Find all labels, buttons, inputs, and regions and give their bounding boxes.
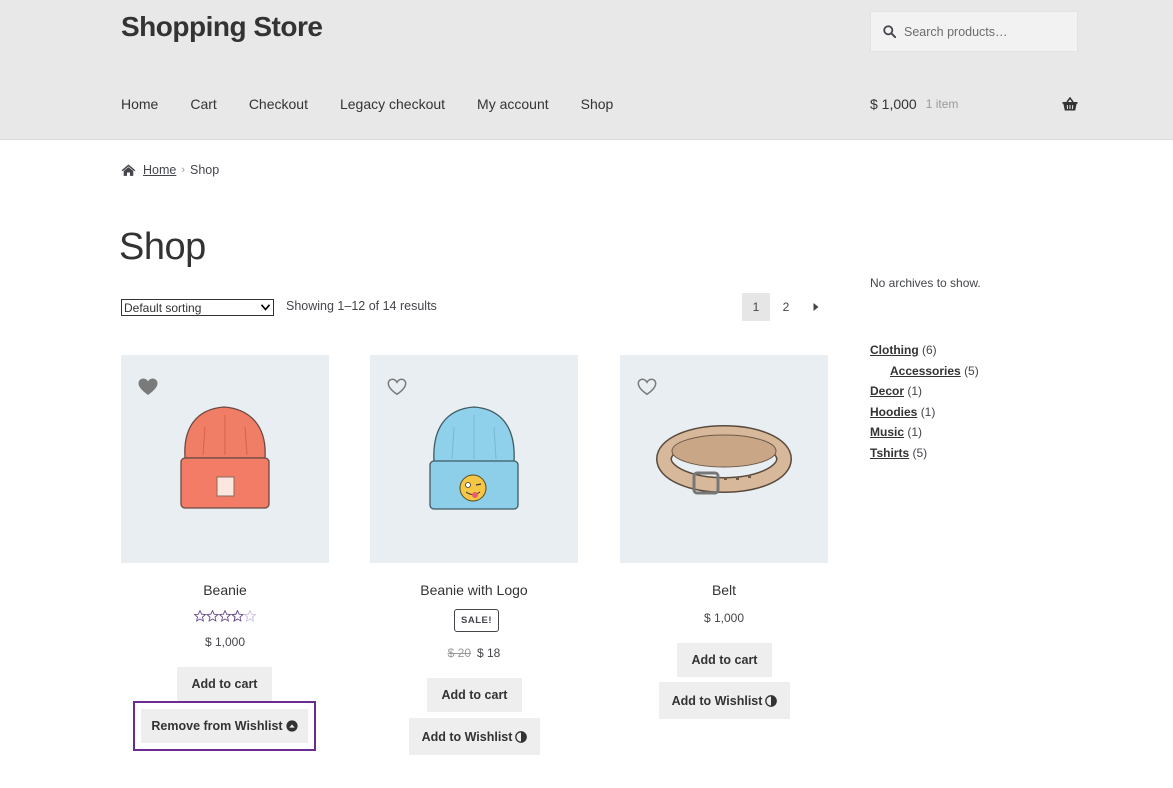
site-title[interactable]: Shopping Store bbox=[121, 11, 323, 43]
nav-legacy-checkout[interactable]: Legacy checkout bbox=[340, 96, 445, 112]
breadcrumb-current: Shop bbox=[190, 163, 220, 177]
search-input[interactable] bbox=[904, 24, 1064, 39]
breadcrumb-home-link[interactable]: Home bbox=[143, 163, 176, 177]
sale-badge: SALE! bbox=[454, 609, 499, 632]
search-icon bbox=[883, 25, 896, 38]
product-price: $ 1,000 bbox=[204, 635, 246, 649]
wishlist-remove-icon bbox=[285, 720, 298, 732]
wishlist-add-icon bbox=[765, 694, 778, 707]
add-to-wishlist-button[interactable]: Add to Wishlist bbox=[659, 682, 790, 719]
nav-checkout[interactable]: Checkout bbox=[249, 96, 308, 112]
product-title[interactable]: Beanie bbox=[121, 582, 329, 598]
product-title[interactable]: Beanie with Logo bbox=[370, 582, 578, 598]
product-image[interactable] bbox=[121, 355, 329, 563]
category-count: (1) bbox=[920, 404, 936, 419]
product-sale-price: $ 18 bbox=[477, 646, 501, 660]
sort-selected-value: Default sorting bbox=[124, 300, 202, 315]
category-item: Clothing (6) bbox=[870, 343, 979, 364]
breadcrumb: Home › Shop bbox=[121, 163, 219, 177]
remove-from-wishlist-button[interactable]: Remove from Wishlist bbox=[141, 709, 308, 743]
pagination: 1 2 bbox=[742, 293, 832, 321]
category-item: Hoodies (1) bbox=[870, 405, 979, 426]
caret-right-icon bbox=[813, 303, 819, 311]
category-link-accessories[interactable]: Accessories bbox=[890, 364, 961, 378]
category-link-tshirts[interactable]: Tshirts bbox=[870, 446, 909, 460]
wishlist-add-icon bbox=[515, 730, 528, 743]
nav-cart[interactable]: Cart bbox=[190, 96, 216, 112]
header-cart[interactable]: $ 1,000 1 item bbox=[870, 96, 1078, 112]
category-link-decor[interactable]: Decor bbox=[870, 384, 904, 398]
add-to-cart-button[interactable]: Add to cart bbox=[677, 643, 772, 677]
search-box[interactable] bbox=[870, 11, 1078, 52]
product-card: Belt $ 1,000 Add to cart Add to Wishlist bbox=[620, 355, 828, 719]
add-to-cart-button[interactable]: Add to cart bbox=[177, 667, 272, 701]
category-item: Decor (1) bbox=[870, 384, 979, 405]
nav-home[interactable]: Home bbox=[121, 96, 158, 112]
category-count: (5) bbox=[912, 445, 928, 460]
category-count: (5) bbox=[964, 363, 979, 378]
wishlist-heart-outline-icon[interactable] bbox=[387, 378, 407, 401]
category-count: (1) bbox=[907, 425, 923, 439]
product-price: $ 20 $ 18 bbox=[370, 646, 578, 660]
basket-icon[interactable] bbox=[1062, 97, 1078, 111]
category-count: (1) bbox=[907, 384, 923, 398]
breadcrumb-separator: › bbox=[181, 164, 186, 176]
star-rating bbox=[194, 610, 256, 622]
product-price: $ 1,000 bbox=[703, 611, 745, 625]
add-to-wishlist-button[interactable]: Add to Wishlist bbox=[409, 718, 540, 755]
archives-empty-text: No archives to show. bbox=[870, 276, 981, 290]
remove-from-wishlist-label: Remove from Wishlist bbox=[151, 719, 283, 733]
category-item: Tshirts (5) bbox=[870, 446, 979, 467]
nav-my-account[interactable]: My account bbox=[477, 96, 549, 112]
next-page-button[interactable] bbox=[802, 293, 830, 321]
sort-select[interactable]: Default sorting bbox=[121, 299, 274, 316]
product-old-price: $ 20 bbox=[447, 646, 471, 660]
page-1: 1 bbox=[742, 293, 770, 321]
add-to-wishlist-label: Add to Wishlist bbox=[671, 693, 763, 708]
product-card: Beanie $ 1,000 Add to cart Remove from W… bbox=[121, 355, 329, 751]
nav-shop[interactable]: Shop bbox=[581, 96, 614, 112]
product-title[interactable]: Belt bbox=[620, 582, 828, 598]
home-icon bbox=[121, 164, 136, 176]
category-link-clothing[interactable]: Clothing bbox=[870, 343, 919, 357]
product-card: Beanie with Logo SALE! $ 20 $ 18 Add to c… bbox=[370, 355, 578, 755]
category-count: (6) bbox=[922, 343, 937, 357]
cart-item-count: 1 item bbox=[925, 97, 959, 111]
category-item: Accessories (5) bbox=[870, 364, 979, 385]
cart-amount: $ 1,000 bbox=[870, 96, 917, 112]
wishlist-heart-filled-icon[interactable] bbox=[138, 378, 158, 401]
add-to-wishlist-label: Add to Wishlist bbox=[421, 729, 513, 744]
result-count: Showing 1–12 of 14 results bbox=[286, 299, 437, 313]
page-2[interactable]: 2 bbox=[772, 293, 800, 321]
site-header: Shopping Store Home Cart Checkout Legacy… bbox=[0, 0, 1173, 140]
primary-nav: Home Cart Checkout Legacy checkout My ac… bbox=[121, 96, 645, 112]
wishlist-heart-outline-icon[interactable] bbox=[637, 378, 657, 401]
page-title: Shop bbox=[119, 226, 206, 268]
product-image[interactable] bbox=[370, 355, 578, 563]
category-list: Clothing (6) Accessories (5) Decor (1) H… bbox=[870, 343, 979, 466]
category-item: Music (1) bbox=[870, 425, 979, 446]
chevron-down-icon bbox=[261, 304, 270, 311]
category-link-hoodies[interactable]: Hoodies bbox=[870, 405, 917, 419]
product-image[interactable] bbox=[620, 355, 828, 563]
category-link-music[interactable]: Music bbox=[870, 425, 904, 439]
add-to-cart-button[interactable]: Add to cart bbox=[427, 678, 522, 712]
